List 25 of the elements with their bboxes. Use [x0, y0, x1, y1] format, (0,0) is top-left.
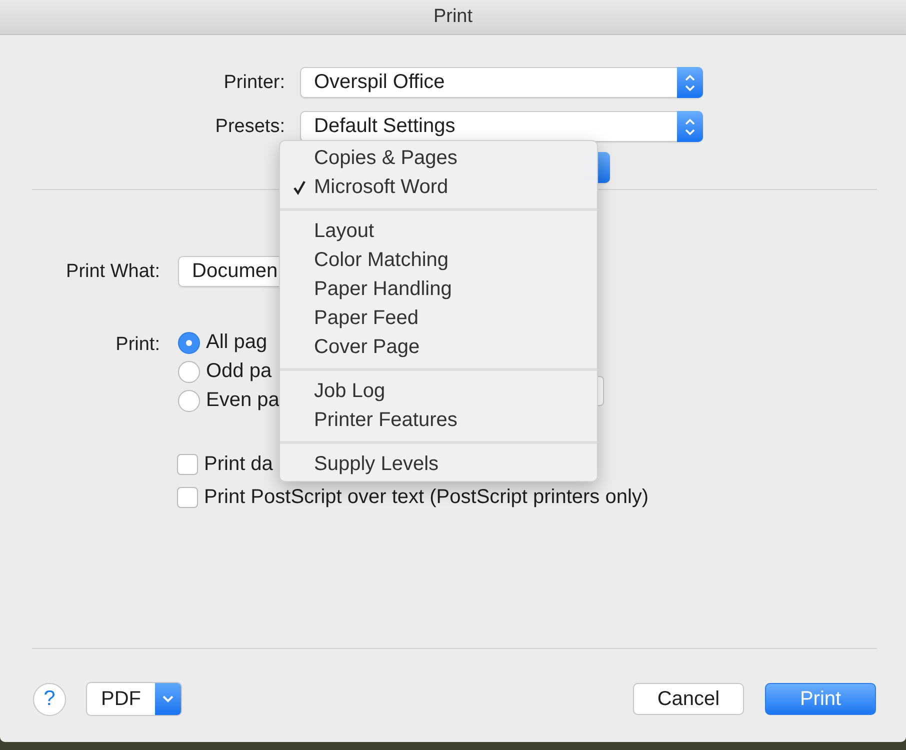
menu-item[interactable]: Paper Feed [280, 304, 597, 333]
pdf-menu-button[interactable]: PDF [86, 682, 182, 716]
window-title: Print [433, 6, 473, 28]
printer-popup[interactable]: Overspil Office [300, 67, 703, 98]
page-range-radio[interactable]: Even pa [178, 389, 280, 412]
menu-item[interactable]: Layout [280, 217, 597, 246]
menu-item[interactable]: Microsoft Word [280, 173, 597, 202]
page-range-radio[interactable]: Odd pa [178, 360, 280, 383]
printer-label: Printer: [222, 72, 285, 94]
menu-item[interactable]: Printer Features [280, 406, 597, 435]
help-button[interactable]: ? [33, 682, 66, 716]
menu-item[interactable]: Cover Page [280, 333, 597, 362]
option-checkbox[interactable]: Print PostScript over text (PostScript printers only) [177, 486, 906, 509]
menu-item[interactable]: Job Log [280, 377, 597, 406]
menu-item[interactable]: Copies & Pages [280, 144, 597, 173]
print-what-label: Print What: [65, 260, 160, 282]
cancel-button[interactable]: Cancel [633, 683, 744, 715]
page-range-radio[interactable]: All pag [178, 331, 280, 354]
print-range-label: Print: [114, 333, 160, 356]
up-down-arrows-icon [684, 116, 696, 136]
presets-popup[interactable]: Default Settings [300, 111, 703, 142]
chevron-down-icon [162, 695, 174, 703]
menu-item[interactable]: Supply Levels [280, 450, 597, 479]
presets-label: Presets: [214, 116, 285, 138]
up-down-arrows-icon [684, 72, 696, 92]
